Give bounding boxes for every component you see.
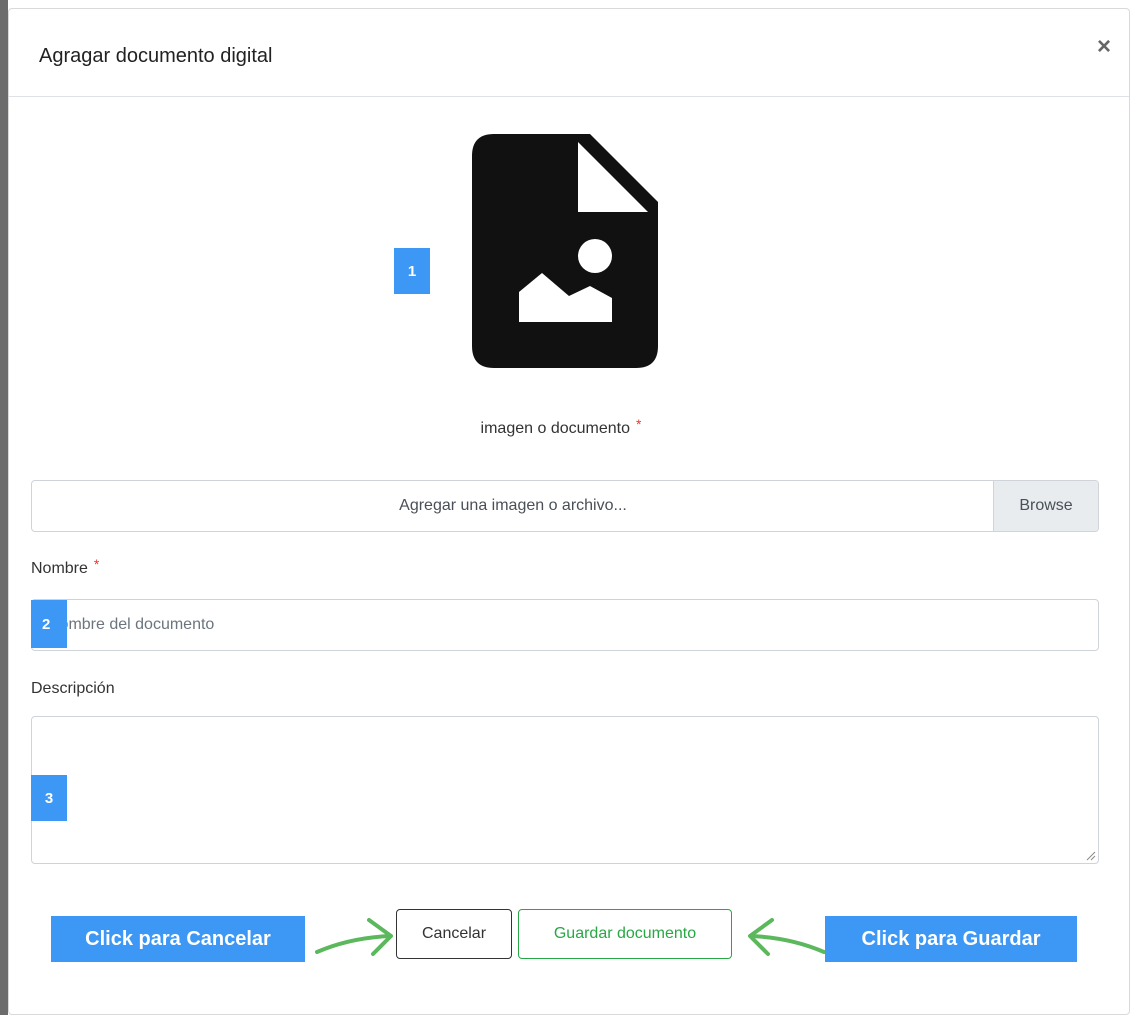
cancel-button[interactable]: Cancelar: [396, 909, 512, 959]
arrow-left-icon: [748, 918, 826, 956]
nombre-label-text: Nombre: [31, 560, 88, 577]
file-label: imagen o documento *: [0, 416, 1122, 438]
file-image-icon[interactable]: [472, 134, 658, 368]
file-label-text: imagen o documento: [480, 420, 630, 437]
callout-cancel: Click para Cancelar: [51, 916, 305, 962]
required-marker: *: [635, 416, 642, 432]
file-input[interactable]: Agregar una imagen o archivo... Browse: [31, 480, 1099, 532]
browse-button[interactable]: Browse: [993, 481, 1098, 531]
resize-grip-icon[interactable]: [1086, 851, 1096, 861]
callout-save: Click para Guardar: [825, 916, 1077, 962]
modal-header: Agragar documento digital ×: [9, 9, 1129, 97]
file-input-placeholder: Agregar una imagen o archivo...: [399, 497, 627, 514]
backdrop: [0, 0, 8, 1015]
step-badge-3: 3: [31, 775, 67, 821]
nombre-input[interactable]: [31, 599, 1099, 651]
required-marker: *: [93, 556, 100, 572]
close-icon[interactable]: ×: [1097, 35, 1111, 59]
modal-title: Agragar documento digital: [39, 45, 273, 67]
arrow-right-icon: [315, 918, 393, 956]
descripcion-label: Descripción: [31, 680, 115, 697]
nombre-label: Nombre *: [31, 556, 99, 578]
step-badge-1: 1: [394, 248, 430, 294]
descripcion-textarea[interactable]: [31, 716, 1099, 864]
step-badge-2: 2: [31, 600, 67, 648]
save-document-button[interactable]: Guardar documento: [518, 909, 732, 959]
